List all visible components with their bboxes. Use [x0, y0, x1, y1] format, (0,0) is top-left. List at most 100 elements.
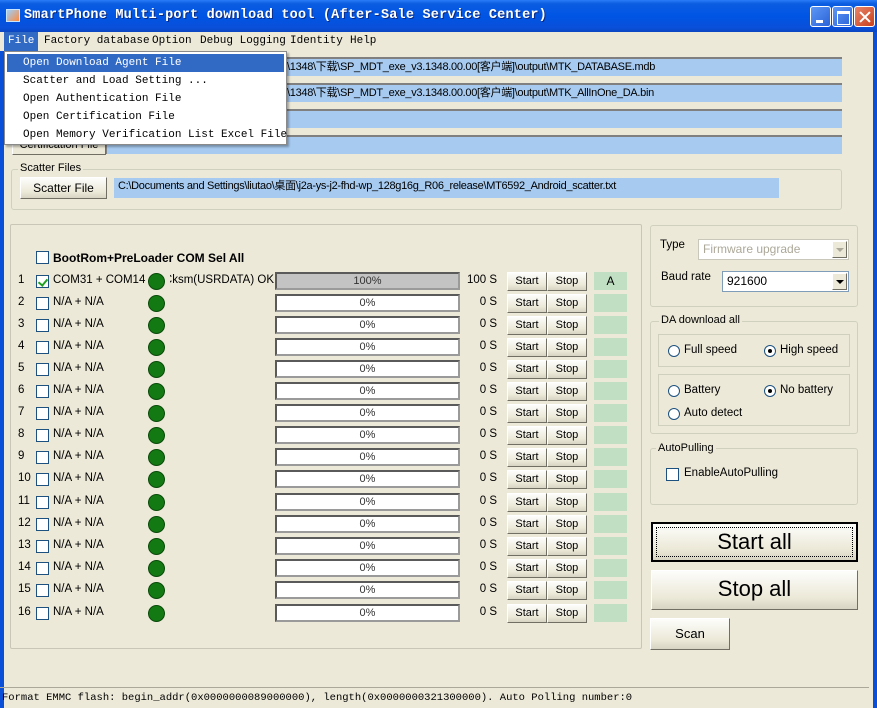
port-name: N/A + N/A [53, 517, 104, 529]
scatter-file-button[interactable]: Scatter File [20, 177, 107, 199]
result-flag [594, 360, 627, 378]
row-number: 5 [18, 362, 25, 374]
stop-button[interactable]: Stop [547, 604, 587, 623]
stop-button[interactable]: Stop [547, 426, 587, 445]
start-button[interactable]: Start [507, 338, 547, 357]
close-button[interactable] [854, 6, 875, 27]
menu-scatter-and-load-setting[interactable]: Scatter and Load Setting ... [7, 72, 284, 90]
status-led-icon [148, 582, 165, 599]
progress-bar: 0% [275, 338, 460, 356]
stop-button[interactable]: Stop [547, 382, 587, 401]
start-button[interactable]: Start [507, 559, 547, 578]
progress-bar: 0% [275, 294, 460, 312]
menu-option[interactable]: Option [148, 32, 196, 51]
battery-radio[interactable] [668, 385, 680, 397]
start-button[interactable]: Start [507, 470, 547, 489]
port-checkbox[interactable] [36, 429, 49, 442]
progress-text: 0% [359, 407, 376, 419]
status-led-icon [148, 295, 165, 312]
port-checkbox[interactable] [36, 607, 49, 620]
start-button[interactable]: Start [507, 515, 547, 534]
stop-button[interactable]: Stop [547, 493, 587, 512]
menu-factory-database[interactable]: Factory database [40, 32, 154, 51]
start-button[interactable]: Start [507, 404, 547, 423]
stop-button[interactable]: Stop [547, 470, 587, 489]
stop-button[interactable]: Stop [547, 559, 587, 578]
start-button[interactable]: Start [507, 448, 547, 467]
progress-bar: 0% [275, 448, 460, 466]
port-checkbox[interactable] [36, 451, 49, 464]
start-button[interactable]: Start [507, 360, 547, 379]
port-checkbox[interactable] [36, 407, 49, 420]
menu-open-memory-verification-list[interactable]: Open Memory Verification List Excel File [7, 126, 287, 144]
app-icon [6, 9, 20, 22]
start-button[interactable]: Start [507, 581, 547, 600]
stop-button[interactable]: Stop [547, 581, 587, 600]
progress-text: 0% [359, 607, 376, 619]
file-menu-dropdown: Open Download Agent File Scatter and Loa… [4, 51, 287, 145]
row-number: 1 [18, 274, 25, 286]
stop-button[interactable]: Stop [547, 360, 587, 379]
select-all-checkbox[interactable] [36, 251, 49, 264]
title-bar[interactable]: SmartPhone Multi-port download tool (Aft… [0, 0, 877, 32]
baud-rate-select[interactable]: 921600 [722, 271, 849, 292]
enable-autopulling-checkbox[interactable] [666, 468, 679, 481]
start-button[interactable]: Start [507, 537, 547, 556]
stop-button[interactable]: Stop [547, 537, 587, 556]
start-all-button[interactable]: Start all [651, 522, 858, 562]
port-checkbox[interactable] [36, 473, 49, 486]
stop-button[interactable]: Stop [547, 448, 587, 467]
start-button[interactable]: Start [507, 493, 547, 512]
high-speed-radio[interactable] [764, 345, 776, 357]
stop-button[interactable]: Stop [547, 272, 587, 291]
da-download-all-label: DA download all [659, 314, 742, 326]
start-button[interactable]: Start [507, 604, 547, 623]
full-speed-radio[interactable] [668, 345, 680, 357]
scan-button[interactable]: Scan [650, 618, 730, 650]
menu-open-download-agent-file[interactable]: Open Download Agent File [7, 54, 284, 72]
start-button[interactable]: Start [507, 316, 547, 335]
stop-button[interactable]: Stop [547, 294, 587, 313]
port-checkbox[interactable] [36, 540, 49, 553]
start-button[interactable]: Start [507, 382, 547, 401]
start-button[interactable]: Start [507, 426, 547, 445]
port-checkbox[interactable] [36, 385, 49, 398]
port-checkbox[interactable] [36, 297, 49, 310]
menu-debug-logging[interactable]: Debug Logging [196, 32, 290, 51]
port-checkbox[interactable] [36, 341, 49, 354]
progress-bar: 0% [275, 537, 460, 555]
menu-help[interactable]: Help [346, 32, 380, 51]
row-number: 13 [18, 539, 31, 551]
stop-button[interactable]: Stop [547, 404, 587, 423]
start-button[interactable]: Start [507, 272, 547, 291]
stop-button[interactable]: Stop [547, 338, 587, 357]
port-checkbox[interactable] [36, 319, 49, 332]
result-flag [594, 537, 627, 555]
port-checkbox[interactable] [36, 496, 49, 509]
maximize-button[interactable] [832, 6, 853, 27]
scatter-path-field[interactable]: C:\Documents and Settings\liutao\桌面\j2a-… [114, 178, 779, 198]
full-speed-label: Full speed [684, 344, 738, 356]
port-checkbox[interactable] [36, 275, 49, 288]
port-checkbox[interactable] [36, 518, 49, 531]
progress-bar: 0% [275, 360, 460, 378]
menu-identity[interactable]: Identity [286, 32, 347, 51]
stop-all-button[interactable]: Stop all [651, 570, 858, 610]
start-button[interactable]: Start [507, 294, 547, 313]
port-name: N/A + N/A [53, 406, 104, 418]
menu-open-certification-file[interactable]: Open Certification File [7, 108, 284, 126]
stop-button[interactable]: Stop [547, 515, 587, 534]
baud-rate-label: Baud rate [661, 271, 711, 283]
auto-detect-radio[interactable] [668, 408, 680, 420]
menu-open-authentication-file[interactable]: Open Authentication File [7, 90, 284, 108]
menu-file[interactable]: File [4, 32, 39, 51]
port-checkbox[interactable] [36, 562, 49, 575]
elapsed-time: 0 S [479, 318, 497, 330]
stop-button[interactable]: Stop [547, 316, 587, 335]
chevron-down-icon[interactable] [832, 273, 847, 290]
port-checkbox[interactable] [36, 584, 49, 597]
progress-text: 0% [359, 297, 376, 309]
minimize-button[interactable] [810, 6, 831, 27]
port-checkbox[interactable] [36, 363, 49, 376]
no-battery-radio[interactable] [764, 385, 776, 397]
